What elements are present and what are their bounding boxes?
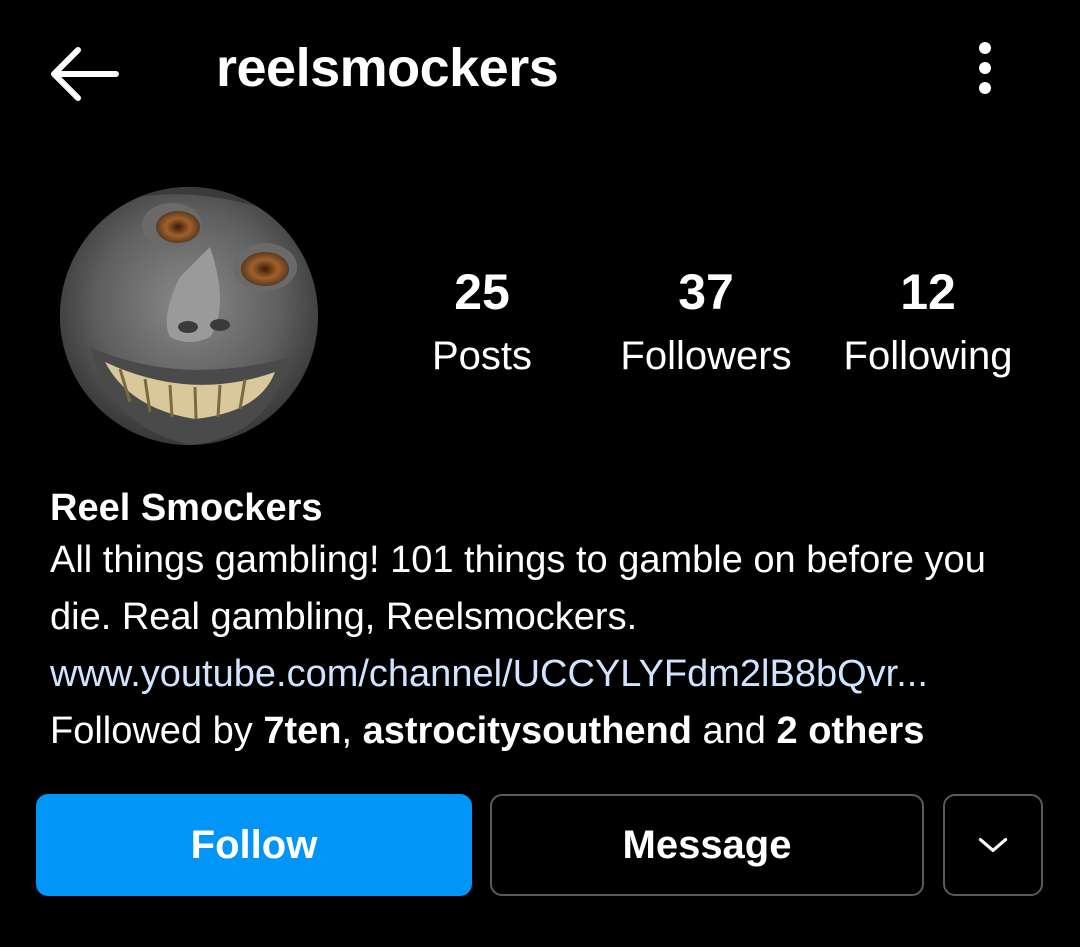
followed-by-user-1[interactable]: 7ten xyxy=(263,710,341,752)
profile-bio-section: Reel Smockers All things gambling! 101 t… xyxy=(50,484,1050,760)
followed-by-user-2[interactable]: astrocitysouthend xyxy=(363,710,692,752)
followers-count: 37 xyxy=(678,264,734,320)
chevron-down-icon xyxy=(978,838,1008,852)
posts-stat[interactable]: 25 Posts xyxy=(412,262,552,382)
following-count: 12 xyxy=(900,264,956,320)
followed-by-and: and xyxy=(691,710,777,752)
followers-stat[interactable]: 37 Followers xyxy=(606,262,806,382)
posts-label: Posts xyxy=(431,334,533,378)
avatar-image xyxy=(60,187,318,445)
suggested-dropdown-button[interactable] xyxy=(943,794,1043,896)
following-label: Following xyxy=(843,334,1013,378)
following-stat[interactable]: 12 Following xyxy=(830,262,1026,382)
more-vertical-icon xyxy=(979,42,991,94)
followed-by-prefix: Followed by xyxy=(50,710,264,752)
arrow-left-icon xyxy=(51,47,119,101)
display-name: Reel Smockers xyxy=(50,487,323,529)
followed-by-others[interactable]: 2 others xyxy=(777,710,925,752)
followers-label: Followers xyxy=(620,334,792,378)
profile-avatar[interactable] xyxy=(60,187,318,445)
more-options-button[interactable] xyxy=(962,38,1008,98)
bio-link[interactable]: www.youtube.com/channel/UCCYLYFdm2lB8bQv… xyxy=(50,646,1050,703)
bio-text: All things gambling! 101 things to gambl… xyxy=(50,539,986,638)
followed-by-separator: , xyxy=(341,710,363,752)
posts-count: 25 xyxy=(454,264,510,320)
back-button[interactable] xyxy=(44,38,124,102)
follow-button[interactable]: Follow xyxy=(36,794,472,896)
message-button[interactable]: Message xyxy=(490,794,924,896)
top-bar: reelsmockers xyxy=(0,0,1080,140)
profile-username: reelsmockers xyxy=(216,38,559,98)
followed-by-text[interactable]: Followed by 7ten, astrocitysouthend and … xyxy=(50,703,1050,760)
